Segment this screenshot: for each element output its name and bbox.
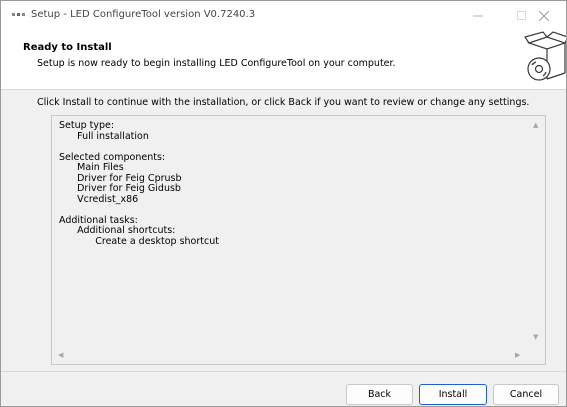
memo-line: Vcredist_x86 xyxy=(59,193,139,205)
memo-line: Additional shortcuts: xyxy=(59,225,176,236)
memo-line: Create a desktop shortcut xyxy=(59,235,219,247)
memo-line: Main Files xyxy=(59,162,124,173)
scroll-right-icon[interactable]: ▶ xyxy=(515,352,520,359)
scroll-left-icon[interactable]: ◀ xyxy=(58,352,63,359)
title-bar[interactable]: Setup - LED ConfigureTool version V0.724… xyxy=(1,1,566,31)
install-button[interactable]: Install xyxy=(419,384,487,405)
close-button[interactable] xyxy=(522,1,566,31)
install-box-cd-icon xyxy=(523,31,566,86)
page-title: Ready to Install xyxy=(23,42,112,53)
memo-line xyxy=(59,205,519,216)
setup-app-icon xyxy=(12,11,26,21)
vertical-scrollbar[interactable]: ▲ ▼ xyxy=(528,116,545,348)
memo-line: Full installation xyxy=(59,130,149,142)
minimize-icon xyxy=(473,15,483,17)
minimize-button[interactable] xyxy=(456,1,500,31)
wizard-header: Ready to Install Setup is now ready to b… xyxy=(1,31,566,90)
footer-divider xyxy=(1,371,566,372)
back-button[interactable]: Back xyxy=(346,384,413,405)
scroll-up-icon[interactable]: ▲ xyxy=(533,122,538,129)
scroll-down-icon[interactable]: ▼ xyxy=(533,334,538,341)
ready-memo-text: Setup type: Full installation Selected co… xyxy=(59,121,519,349)
instructions-text: Click Install to continue with the insta… xyxy=(37,97,530,108)
horizontal-scrollbar[interactable]: ◀ ▶ xyxy=(52,347,530,364)
cancel-button[interactable]: Cancel xyxy=(493,384,559,405)
memo-line xyxy=(59,142,519,153)
page-subtitle: Setup is now ready to begin installing L… xyxy=(37,58,396,69)
close-icon xyxy=(539,11,549,21)
window-title: Setup - LED ConfigureTool version V0.724… xyxy=(31,9,256,20)
memo-line: Driver for Feig Gidusb xyxy=(59,183,181,194)
memo-line: Selected components: xyxy=(59,151,166,163)
setup-window: Setup - LED ConfigureTool version V0.724… xyxy=(0,0,567,407)
memo-line: Setup type: xyxy=(59,121,115,131)
ready-memo[interactable]: Setup type: Full installation Selected co… xyxy=(51,115,546,365)
